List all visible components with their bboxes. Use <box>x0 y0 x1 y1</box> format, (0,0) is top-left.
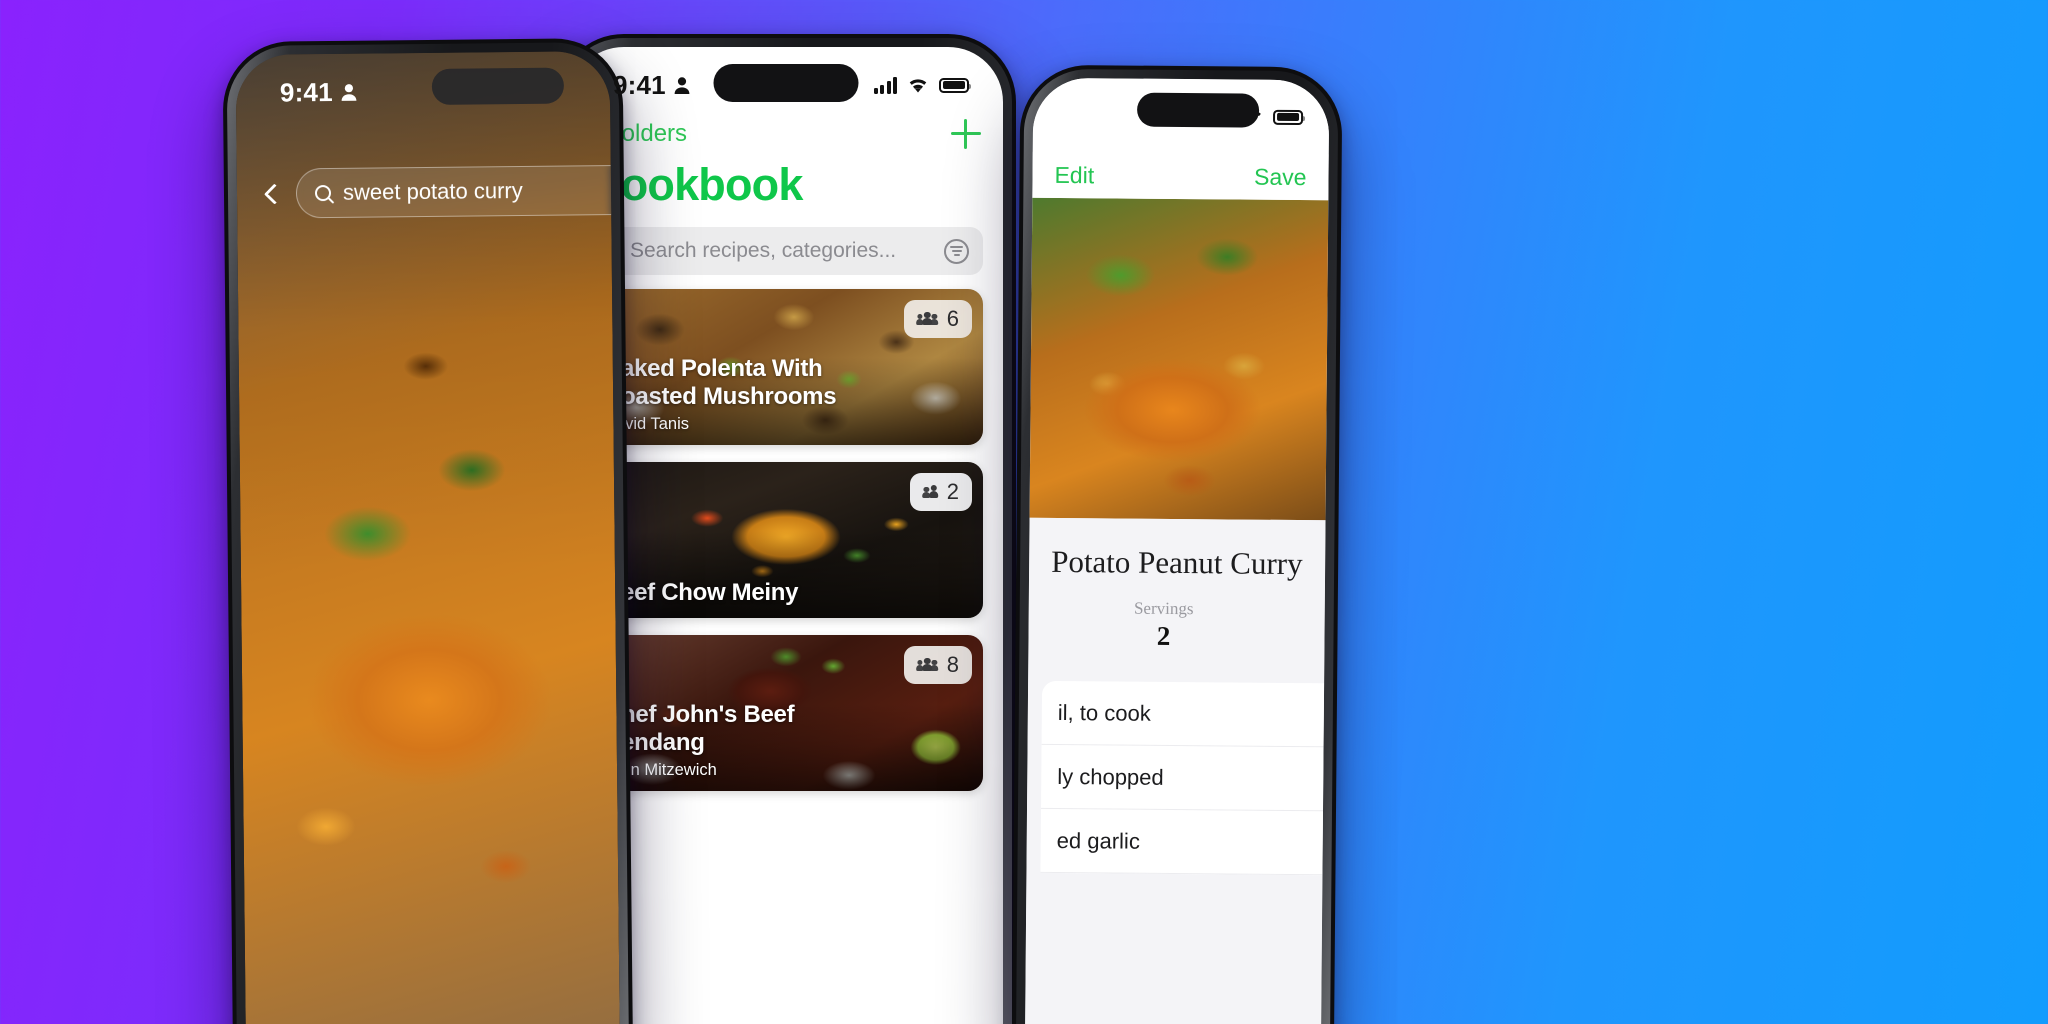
recipe-title: Baked Polenta With Roasted Mushrooms <box>604 355 837 410</box>
right-dynamic-island <box>1136 92 1260 128</box>
recipe-author: David Tanis <box>604 415 689 433</box>
left-search-query: sweet potato curry <box>342 177 523 205</box>
servings-badge: 8 <box>903 646 972 684</box>
servings-badge: 2 <box>910 473 972 511</box>
card-meta: Chef John's Beef Rendang John Mitzewich <box>604 701 893 780</box>
people-group-icon <box>917 312 938 326</box>
chevron-left-icon[interactable] <box>263 182 286 205</box>
list-item[interactable]: ed garlic <box>1040 808 1323 876</box>
wifi-icon <box>909 78 927 93</box>
people-group-icon <box>917 658 938 672</box>
right-phone-mockup: Edit Save Potato Peanut Curry Servings 2… <box>1011 64 1343 1024</box>
center-status-time: 9:41 <box>613 69 666 100</box>
left-status-time: 9:41 <box>279 76 333 108</box>
search-input[interactable]: Search recipes, categories... <box>589 227 983 275</box>
servings-block: Servings 2 <box>1028 598 1324 654</box>
people-group-icon <box>923 485 938 499</box>
battery-icon <box>1272 109 1304 125</box>
left-dynamic-island <box>431 67 565 105</box>
search-input[interactable]: sweet potato curry <box>295 164 621 219</box>
recipe-card[interactable]: 2 Beef Chow Meiny <box>589 462 983 618</box>
servings-badge: 6 <box>903 300 972 338</box>
right-recipe-body: Potato Peanut Curry Servings 2 il, to co… <box>1024 517 1326 1024</box>
center-dynamic-island <box>713 64 859 102</box>
cellular-signal-icon <box>873 76 897 94</box>
recipe-title: Potato Peanut Curry <box>1051 543 1303 582</box>
center-phone-screen: 9:41 Folders Cookbook Search recipes, ca… <box>569 47 1003 1024</box>
ingredients-list: il, to cook ly chopped ed garlic <box>1040 680 1325 876</box>
list-item[interactable]: ly chopped <box>1041 744 1324 812</box>
servings-count: 2 <box>946 479 959 504</box>
servings-count: 8 <box>946 652 959 677</box>
right-phone-screen: Edit Save Potato Peanut Curry Servings 2… <box>1024 77 1330 1024</box>
save-button[interactable]: Save <box>1254 163 1307 190</box>
right-nav-bar: Edit Save <box>1032 151 1329 201</box>
recipe-title: Beef Chow Meiny <box>604 579 799 606</box>
left-status-time-group: 9:41 <box>280 76 358 108</box>
filter-icon[interactable] <box>944 238 969 264</box>
card-meta: Baked Polenta With Roasted Mushrooms Dav… <box>604 355 893 434</box>
person-icon <box>674 76 690 94</box>
servings-value: 2 <box>1156 620 1171 651</box>
recipe-author: John Mitzewich <box>604 761 717 779</box>
recipe-card[interactable]: 6 Baked Polenta With Roasted Mushrooms D… <box>589 289 983 445</box>
servings-count: 6 <box>946 306 959 331</box>
left-phone-screen: 9:41 sweet potato curry <box>235 51 621 1024</box>
center-nav-bar: Folders <box>569 111 1003 149</box>
servings-label: Servings <box>1133 598 1194 619</box>
add-recipe-button[interactable] <box>951 119 981 149</box>
recipe-card-list: 6 Baked Polenta With Roasted Mushrooms D… <box>569 289 1003 791</box>
search-icon <box>314 184 332 202</box>
person-icon <box>341 83 357 101</box>
center-status-time-group: 9:41 <box>613 70 691 101</box>
list-item[interactable]: il, to cook <box>1041 680 1325 748</box>
recipe-title: Chef John's Beef Rendang <box>604 701 795 756</box>
potato-peanut-curry-photo <box>1029 197 1329 521</box>
search-placeholder: Search recipes, categories... <box>630 239 897 262</box>
left-phone-mockup: 9:41 sweet potato curry <box>222 37 634 1024</box>
recipe-card[interactable]: 8 Chef John's Beef Rendang John Mitzewic… <box>589 635 983 791</box>
edit-button[interactable]: Edit <box>1054 161 1094 188</box>
left-search-row: sweet potato curry <box>263 164 621 219</box>
card-meta: Beef Chow Meiny <box>604 579 893 607</box>
page-title: Cookbook <box>589 159 803 210</box>
center-status-right <box>873 76 972 94</box>
battery-icon <box>939 77 972 93</box>
